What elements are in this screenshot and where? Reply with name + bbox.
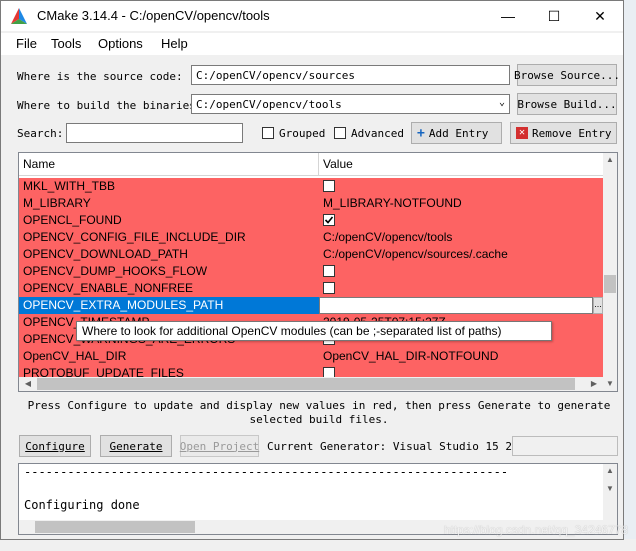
row-name: M_LIBRARY xyxy=(23,196,91,210)
grouped-label: Grouped xyxy=(279,127,326,140)
remove-icon: ✕ xyxy=(516,127,528,139)
source-label: Where is the source code: xyxy=(17,70,183,83)
menu-bar: File Tools Options Help xyxy=(1,33,623,55)
add-entry-label: Add Entry xyxy=(428,126,489,140)
remove-entry-button[interactable]: ✕ Remove Entry xyxy=(510,122,617,144)
output-line: ----------------------------------------… xyxy=(24,465,509,479)
row-name: OPENCV_ENABLE_NONFREE xyxy=(23,281,194,295)
configure-label: Configure xyxy=(25,439,85,453)
maximize-icon: ☐ xyxy=(547,7,561,24)
header-divider xyxy=(318,153,319,175)
table-row[interactable]: OPENCV_ENABLE_NONFREE xyxy=(19,280,603,297)
row-value-checkbox[interactable] xyxy=(323,214,335,226)
cache-table: Name Value MKL_WITH_TBB M_LIBRARY M_LIBRAR… xyxy=(18,152,618,392)
browse-path-button[interactable]: ... xyxy=(593,297,603,314)
binary-path-value: C:/openCV/opencv/tools xyxy=(196,98,342,111)
row-value-checkbox[interactable] xyxy=(323,265,335,277)
column-header-value[interactable]: Value xyxy=(323,157,353,171)
table-header: Name Value xyxy=(19,153,617,176)
generate-button[interactable]: Generate xyxy=(100,435,172,457)
binary-label: Where to build the binaries: xyxy=(17,99,203,112)
search-input[interactable] xyxy=(66,123,243,143)
row-name: OPENCV_DOWNLOAD_PATH xyxy=(23,247,188,261)
chevron-down-icon[interactable]: ⌄ xyxy=(499,97,505,108)
progress-bar xyxy=(512,436,618,456)
search-label: Search: xyxy=(17,127,64,140)
table-row[interactable]: OPENCV_CONFIG_FILE_INCLUDE_DIR C:/openCV/… xyxy=(19,229,603,246)
open-project-label: Open Project xyxy=(179,439,260,453)
window-title: CMake 3.14.4 - C:/openCV/opencv/tools xyxy=(37,8,270,23)
table-row[interactable]: OpenCV_HAL_DIR OpenCV_HAL_DIR-NOTFOUND xyxy=(19,348,603,365)
scroll-down-icon[interactable]: ▼ xyxy=(603,377,617,391)
menu-file[interactable]: File xyxy=(16,36,37,51)
scroll-thumb[interactable] xyxy=(37,378,575,390)
open-project-button[interactable]: Open Project xyxy=(180,435,259,457)
table-row[interactable]: OPENCL_FOUND xyxy=(19,212,603,229)
scroll-thumb[interactable] xyxy=(604,275,616,293)
scroll-left-icon[interactable]: ◀ xyxy=(21,377,35,391)
menu-help[interactable]: Help xyxy=(161,36,188,51)
row-value[interactable]: C:/openCV/opencv/tools xyxy=(323,230,452,244)
row-name: OPENCL_FOUND xyxy=(23,213,122,227)
row-name: MKL_WITH_TBB xyxy=(23,179,116,193)
row-name: OpenCV_HAL_DIR xyxy=(23,349,127,363)
configure-button[interactable]: Configure xyxy=(19,435,91,457)
column-header-name[interactable]: Name xyxy=(23,157,55,171)
add-entry-button[interactable]: + Add Entry xyxy=(411,122,502,144)
table-row[interactable]: MKL_WITH_TBB xyxy=(19,178,603,195)
advanced-label: Advanced xyxy=(351,127,404,140)
info-text: Press Configure to update and display ne… xyxy=(27,399,611,426)
output-vertical-scrollbar[interactable]: ▲ ▼ xyxy=(603,464,617,520)
table-vertical-scrollbar[interactable]: ▲ ▼ xyxy=(603,153,617,391)
grouped-checkbox[interactable] xyxy=(262,127,274,139)
maximize-button[interactable]: ☐ xyxy=(531,1,577,31)
scroll-up-icon[interactable]: ▲ xyxy=(603,464,617,478)
row-value-checkbox[interactable] xyxy=(323,282,335,294)
table-row[interactable]: OPENCV_DUMP_HOOKS_FLOW xyxy=(19,263,603,280)
minimize-button[interactable]: — xyxy=(485,1,531,31)
minimize-icon: — xyxy=(501,8,515,24)
row-name: OPENCV_DUMP_HOOKS_FLOW xyxy=(23,264,208,278)
tooltip: Where to look for additional OpenCV modu… xyxy=(76,321,552,341)
background-app-bottom xyxy=(0,539,636,551)
row-name: OPENCV_CONFIG_FILE_INCLUDE_DIR xyxy=(23,230,246,244)
row-value-input[interactable] xyxy=(319,297,593,314)
output-line: Configuring done xyxy=(24,498,140,512)
menu-tools[interactable]: Tools xyxy=(51,36,81,51)
row-value[interactable]: M_LIBRARY-NOTFOUND xyxy=(323,196,462,210)
current-generator: Current Generator: Visual Studio 15 2017 xyxy=(267,440,532,453)
watermark: https://blog.csdn.net/qq_34246778 xyxy=(443,523,628,537)
cmake-logo-icon xyxy=(11,8,27,24)
menu-options[interactable]: Options xyxy=(98,36,143,51)
scroll-down-icon[interactable]: ▼ xyxy=(603,482,617,496)
close-icon: ✕ xyxy=(594,7,606,24)
scroll-thumb[interactable] xyxy=(35,521,195,533)
scroll-up-icon[interactable]: ▲ xyxy=(603,153,617,167)
browse-source-button[interactable]: Browse Source... xyxy=(514,64,620,86)
remove-entry-label: Remove Entry xyxy=(532,126,612,140)
row-name: OPENCV_EXTRA_MODULES_PATH xyxy=(23,298,224,312)
table-row[interactable]: M_LIBRARY M_LIBRARY-NOTFOUND xyxy=(19,195,603,212)
row-value[interactable]: OpenCV_HAL_DIR-NOTFOUND xyxy=(323,349,498,363)
row-value-checkbox[interactable] xyxy=(323,180,335,192)
advanced-checkbox[interactable] xyxy=(334,127,346,139)
close-button[interactable]: ✕ xyxy=(577,1,623,31)
table-row[interactable]: OPENCV_EXTRA_MODULES_PATH... xyxy=(19,297,603,314)
binary-path-combo[interactable]: C:/openCV/opencv/tools ⌄ xyxy=(191,94,510,114)
source-path-input[interactable]: C:/openCV/opencv/sources xyxy=(191,65,510,85)
table-row[interactable]: OPENCV_DOWNLOAD_PATH C:/openCV/opencv/sou… xyxy=(19,246,603,263)
background-app-strip xyxy=(622,0,636,551)
cmake-window: CMake 3.14.4 - C:/openCV/opencv/tools — … xyxy=(0,0,624,540)
scroll-right-icon[interactable]: ▶ xyxy=(587,377,601,391)
table-horizontal-scrollbar[interactable]: ◀ ▶ xyxy=(19,377,603,391)
plus-icon: + xyxy=(417,125,425,141)
row-value[interactable]: C:/openCV/opencv/sources/.cache xyxy=(323,247,508,261)
title-bar[interactable]: CMake 3.14.4 - C:/openCV/opencv/tools — … xyxy=(1,1,623,31)
generate-label: Generate xyxy=(109,439,163,453)
browse-build-button[interactable]: Browse Build... xyxy=(517,93,617,115)
